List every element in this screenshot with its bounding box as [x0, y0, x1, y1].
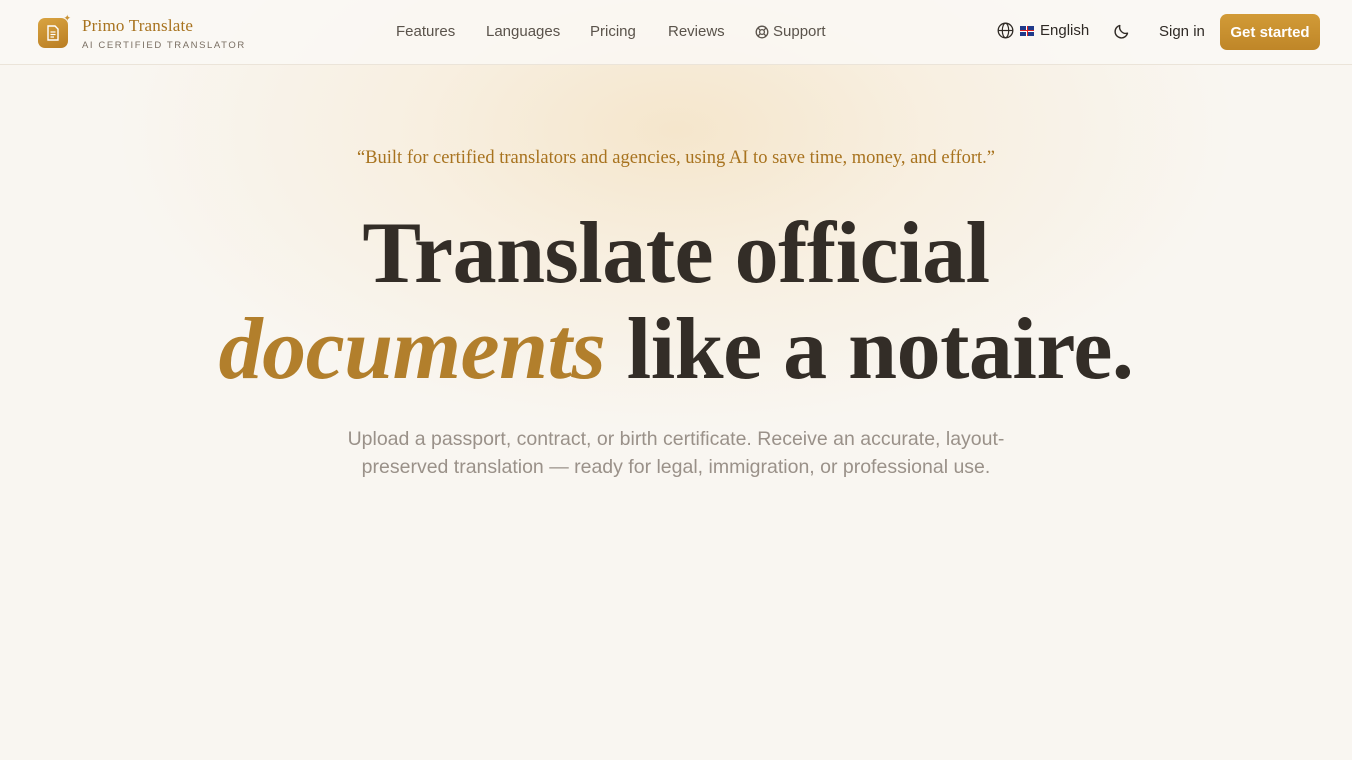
landing-page: ✦ Primo Translate AI CERTIFIED TRANSLATO… — [0, 0, 1352, 760]
nav-languages[interactable]: Languages — [486, 23, 560, 40]
get-started-button[interactable]: Get started — [1220, 14, 1320, 50]
top-navbar: ✦ Primo Translate AI CERTIFIED TRANSLATO… — [0, 0, 1352, 65]
logo[interactable]: ✦ — [38, 14, 71, 48]
sign-in-link[interactable]: Sign in — [1159, 23, 1205, 40]
nav-pricing[interactable]: Pricing — [590, 23, 636, 40]
uk-flag-icon — [1020, 25, 1034, 36]
nav-features[interactable]: Features — [396, 23, 455, 40]
nav-reviews[interactable]: Reviews — [668, 23, 725, 40]
brand-tagline: AI CERTIFIED TRANSLATOR — [82, 40, 246, 51]
hero-headline-line1: Translate official — [362, 205, 990, 302]
document-icon — [47, 25, 59, 41]
hero-headline-accent: documents — [218, 301, 606, 398]
sparkle-icon: ✦ — [63, 13, 71, 23]
nav-support[interactable]: Support — [755, 23, 826, 40]
hero-headline-rest: like a notaire. — [605, 301, 1134, 398]
theme-toggle[interactable] — [1113, 22, 1133, 42]
language-selector[interactable]: English — [997, 22, 1089, 39]
nav-support-label: Support — [773, 23, 826, 40]
language-label: English — [1040, 22, 1090, 39]
lifebuoy-icon — [755, 25, 769, 38]
hero-subtitle: Upload a passport, contract, or birth ce… — [347, 428, 1005, 478]
hero-headline-line2: documents like a notaire. — [0, 302, 1352, 398]
globe-icon — [997, 22, 1014, 39]
hero-quote: “Built for certified translators and age… — [356, 148, 996, 168]
brand-name[interactable]: Primo Translate — [82, 16, 193, 36]
moon-icon — [1114, 24, 1129, 39]
